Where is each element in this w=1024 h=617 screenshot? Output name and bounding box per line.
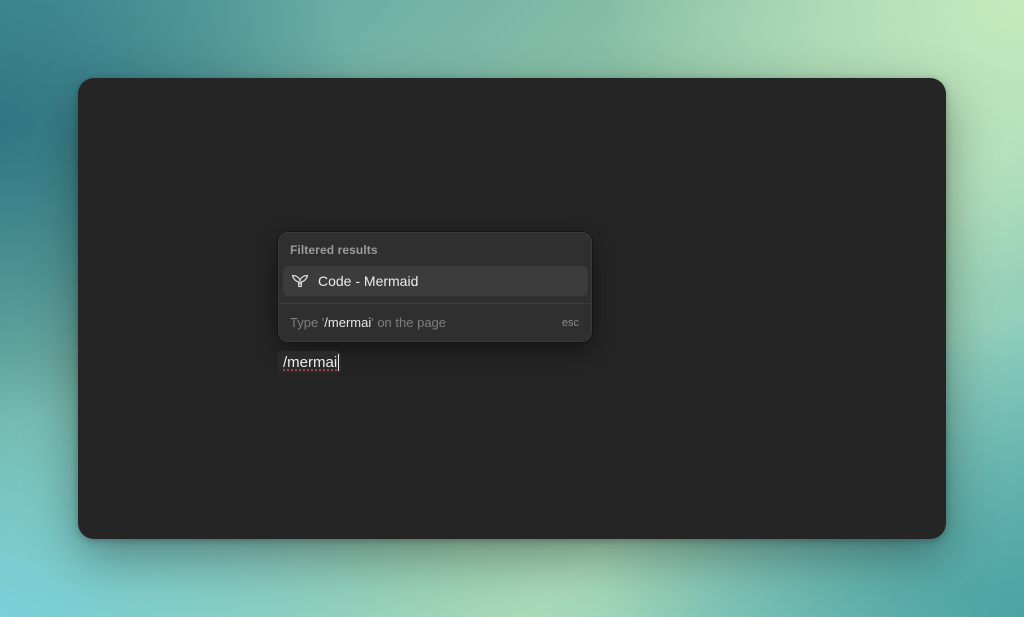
editor-slash-command-text[interactable]: /mermai (283, 354, 337, 371)
editor-input-line[interactable]: /mermai (278, 351, 342, 373)
mermaid-tail-icon (291, 272, 309, 290)
menu-header: Filtered results (290, 243, 378, 257)
footer-hint: Type '/mermai' on the page (290, 315, 446, 330)
esc-key-hint[interactable]: esc (562, 317, 579, 329)
slash-command-menu: Filtered results Code - Mermaid Type '/m… (278, 232, 592, 342)
footer-hint-suffix: ' on the page (371, 315, 447, 330)
footer-hint-query: /mermai (324, 315, 372, 330)
menu-item-code-mermaid[interactable]: Code - Mermaid (283, 266, 588, 296)
menu-footer: Type '/mermai' on the page esc (290, 315, 579, 330)
text-caret (338, 353, 340, 371)
menu-divider (279, 303, 591, 304)
menu-item-label: Code - Mermaid (318, 273, 419, 289)
app-window: Filtered results Code - Mermaid Type '/m… (78, 78, 946, 539)
footer-hint-prefix: Type ' (290, 315, 325, 330)
